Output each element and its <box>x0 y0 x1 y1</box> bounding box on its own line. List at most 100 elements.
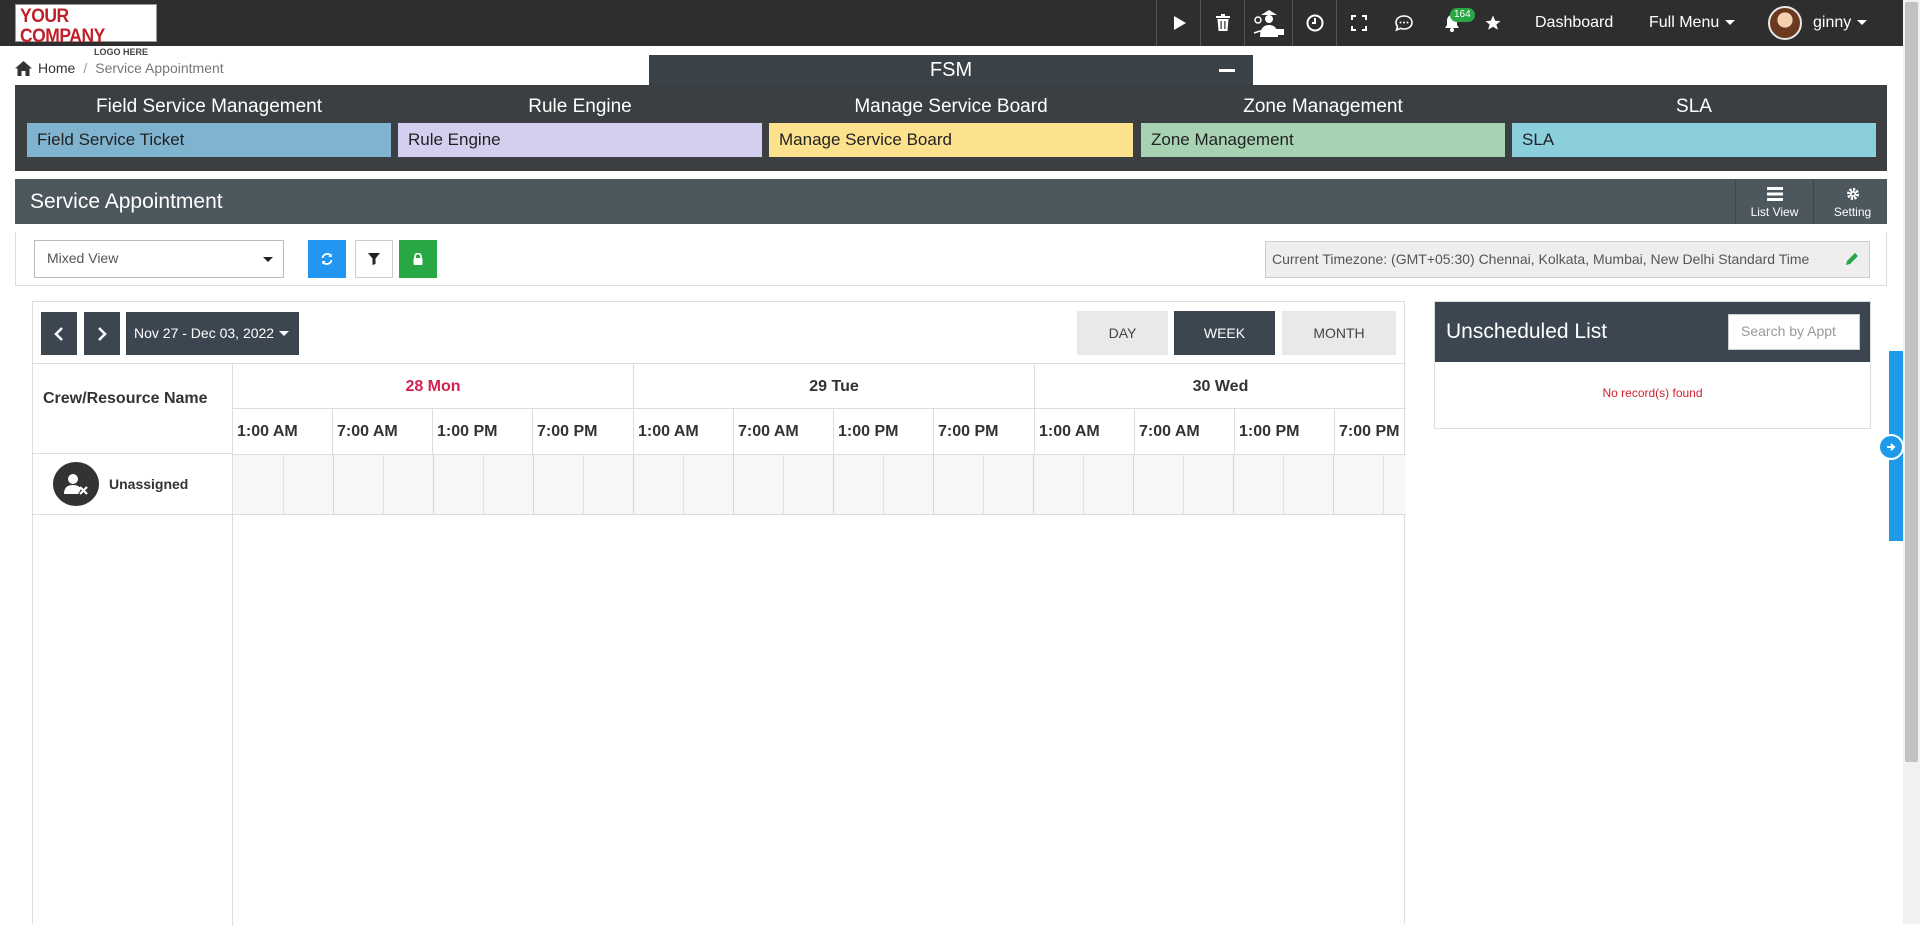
schedule-cell-divider <box>483 455 484 514</box>
day-label: 30 Wed <box>1035 364 1406 409</box>
clock-icon[interactable] <box>1292 0 1336 46</box>
gear-icon <box>1846 188 1859 200</box>
resource-row[interactable]: Unassigned <box>33 454 233 515</box>
schedule-cell-divider <box>1033 455 1034 514</box>
day-label: 28 Mon <box>233 364 633 409</box>
filter-button[interactable] <box>355 240 393 278</box>
previous-week-button[interactable] <box>41 312 77 355</box>
resource-name: Unassigned <box>109 476 189 492</box>
dashboard-link[interactable]: Dashboard <box>1535 0 1613 46</box>
bell-icon[interactable]: 164 <box>1428 0 1476 46</box>
refresh-icon <box>321 253 333 265</box>
schedule-cells-row[interactable] <box>233 454 1406 515</box>
resource-column: Crew/Resource Name Unassigned <box>33 364 233 926</box>
view-mode-value: Mixed View <box>47 250 119 266</box>
fsm-column-field-service: Field Service Management Field Service T… <box>27 85 391 157</box>
expand-arrow-icon[interactable] <box>1878 434 1904 460</box>
list-view-label: List View <box>1750 205 1799 219</box>
page-title: Service Appointment <box>30 190 223 213</box>
rule-engine-button[interactable]: Rule Engine <box>398 123 762 157</box>
fsm-column-heading: SLA <box>1676 96 1712 117</box>
breadcrumb-home[interactable]: Home <box>38 60 75 76</box>
search-appointment-input[interactable]: Search by Appt <box>1728 314 1860 350</box>
full-menu-dropdown[interactable]: Full Menu <box>1649 0 1736 46</box>
notification-count-badge: 164 <box>1450 8 1475 22</box>
unscheduled-list-panel: Unscheduled List Search by Appt No recor… <box>1434 301 1871 429</box>
top-navbar: YOUR COMPANY LOGO HERE 164 Dashboard Ful… <box>0 0 1903 57</box>
time-slot-label: 1:00 AM <box>1035 409 1135 454</box>
schedule-cell-divider <box>333 455 334 514</box>
logo-line-1: YOUR COMPANY <box>20 6 105 47</box>
fsm-column-heading: Manage Service Board <box>854 96 1048 117</box>
field-service-ticket-button[interactable]: Field Service Ticket <box>27 123 391 157</box>
time-slot-label: 1:00 PM <box>433 409 533 454</box>
time-slot-label: 7:00 AM <box>1135 409 1235 454</box>
time-slot-label: 7:00 PM <box>537 423 598 440</box>
scheduler-grid: Crew/Resource Name Unassigned 28 Mon 1:0… <box>33 363 1406 926</box>
breadcrumb: Home / Service Appointment <box>15 60 224 76</box>
next-week-button[interactable] <box>84 312 120 355</box>
list-view-button[interactable]: List View <box>1735 179 1813 224</box>
setting-button[interactable]: Setting <box>1813 179 1891 224</box>
lock-button[interactable] <box>399 240 437 278</box>
setting-label: Setting <box>1833 205 1872 219</box>
zone-management-button[interactable]: Zone Management <box>1141 123 1505 157</box>
schedule-cell-divider <box>1133 455 1134 514</box>
schedule-cell-divider <box>1383 455 1384 514</box>
schedule-cell-divider <box>833 455 834 514</box>
chevron-down-icon <box>263 257 273 262</box>
edit-pencil-icon[interactable] <box>1845 252 1859 266</box>
schedule-cell-divider <box>283 455 284 514</box>
chevron-down-icon <box>1725 20 1736 26</box>
timezone-display: Current Timezone: (GMT+05:30) Chennai, K… <box>1265 241 1870 278</box>
page-scrollbar[interactable] <box>1903 0 1920 924</box>
day-view-button[interactable]: DAY <box>1077 311 1168 355</box>
chevron-left-icon <box>54 326 63 341</box>
day-headers: 28 Mon 1:00 AM 7:00 AM 1:00 PM 7:00 PM 2… <box>233 364 1406 454</box>
week-view-button[interactable]: WEEK <box>1174 311 1275 355</box>
sla-button[interactable]: SLA <box>1512 123 1876 157</box>
schedule-cell-divider <box>583 455 584 514</box>
home-icon <box>15 60 32 76</box>
schedule-cell-divider <box>1083 455 1084 514</box>
fullscreen-icon[interactable] <box>1336 0 1380 46</box>
date-range-label: Nov 27 - Dec 03, 2022 <box>134 325 275 341</box>
star-icon[interactable] <box>1476 0 1510 46</box>
schedule-cell-divider <box>1183 455 1184 514</box>
month-view-button[interactable]: MONTH <box>1282 311 1396 355</box>
schedule-cell-divider <box>433 455 434 514</box>
schedule-cell-divider <box>783 455 784 514</box>
time-slot-label: 1:00 AM <box>233 409 333 454</box>
lock-icon <box>413 253 423 265</box>
company-logo[interactable]: YOUR COMPANY LOGO HERE <box>15 4 157 57</box>
chat-icon[interactable] <box>1380 0 1428 46</box>
collapse-icon[interactable] <box>1219 69 1235 72</box>
view-mode-select[interactable]: Mixed View <box>34 240 284 278</box>
filter-icon <box>368 253 380 265</box>
filter-toolbar: Mixed View Current Timezone: (GMT+05:30)… <box>15 232 1887 286</box>
fsm-column-rule-engine: Rule Engine Rule Engine <box>398 85 762 157</box>
fsm-panel-header: FSM <box>649 55 1253 85</box>
time-slot-label: 7:00 AM <box>734 409 834 454</box>
fsm-panel: Field Service Management Field Service T… <box>15 85 1887 171</box>
fsm-column-heading: Zone Management <box>1243 96 1403 117</box>
user-menu-dropdown[interactable]: ginny <box>1813 0 1868 46</box>
fsm-column-sla: SLA SLA <box>1512 85 1876 157</box>
date-range-picker[interactable]: Nov 27 - Dec 03, 2022 <box>126 312 299 355</box>
play-icon[interactable] <box>1156 0 1200 46</box>
schedule-cell-divider <box>683 455 684 514</box>
service-appointment-header: Service Appointment List View Setting <box>15 179 1887 224</box>
scrollbar-thumb[interactable] <box>1905 2 1918 762</box>
schedule-cell-divider <box>1233 455 1234 514</box>
refresh-button[interactable] <box>308 240 346 278</box>
chevron-right-icon <box>98 326 107 341</box>
schedule-cell-divider <box>983 455 984 514</box>
schedule-cell-divider <box>383 455 384 514</box>
schedule-cell-divider <box>933 455 934 514</box>
avatar[interactable] <box>1768 6 1802 40</box>
trash-icon[interactable] <box>1200 0 1244 46</box>
technician-icon[interactable] <box>1244 0 1292 46</box>
manage-service-board-button[interactable]: Manage Service Board <box>769 123 1133 157</box>
schedule-cell-divider <box>733 455 734 514</box>
resource-column-header: Crew/Resource Name <box>33 364 233 454</box>
